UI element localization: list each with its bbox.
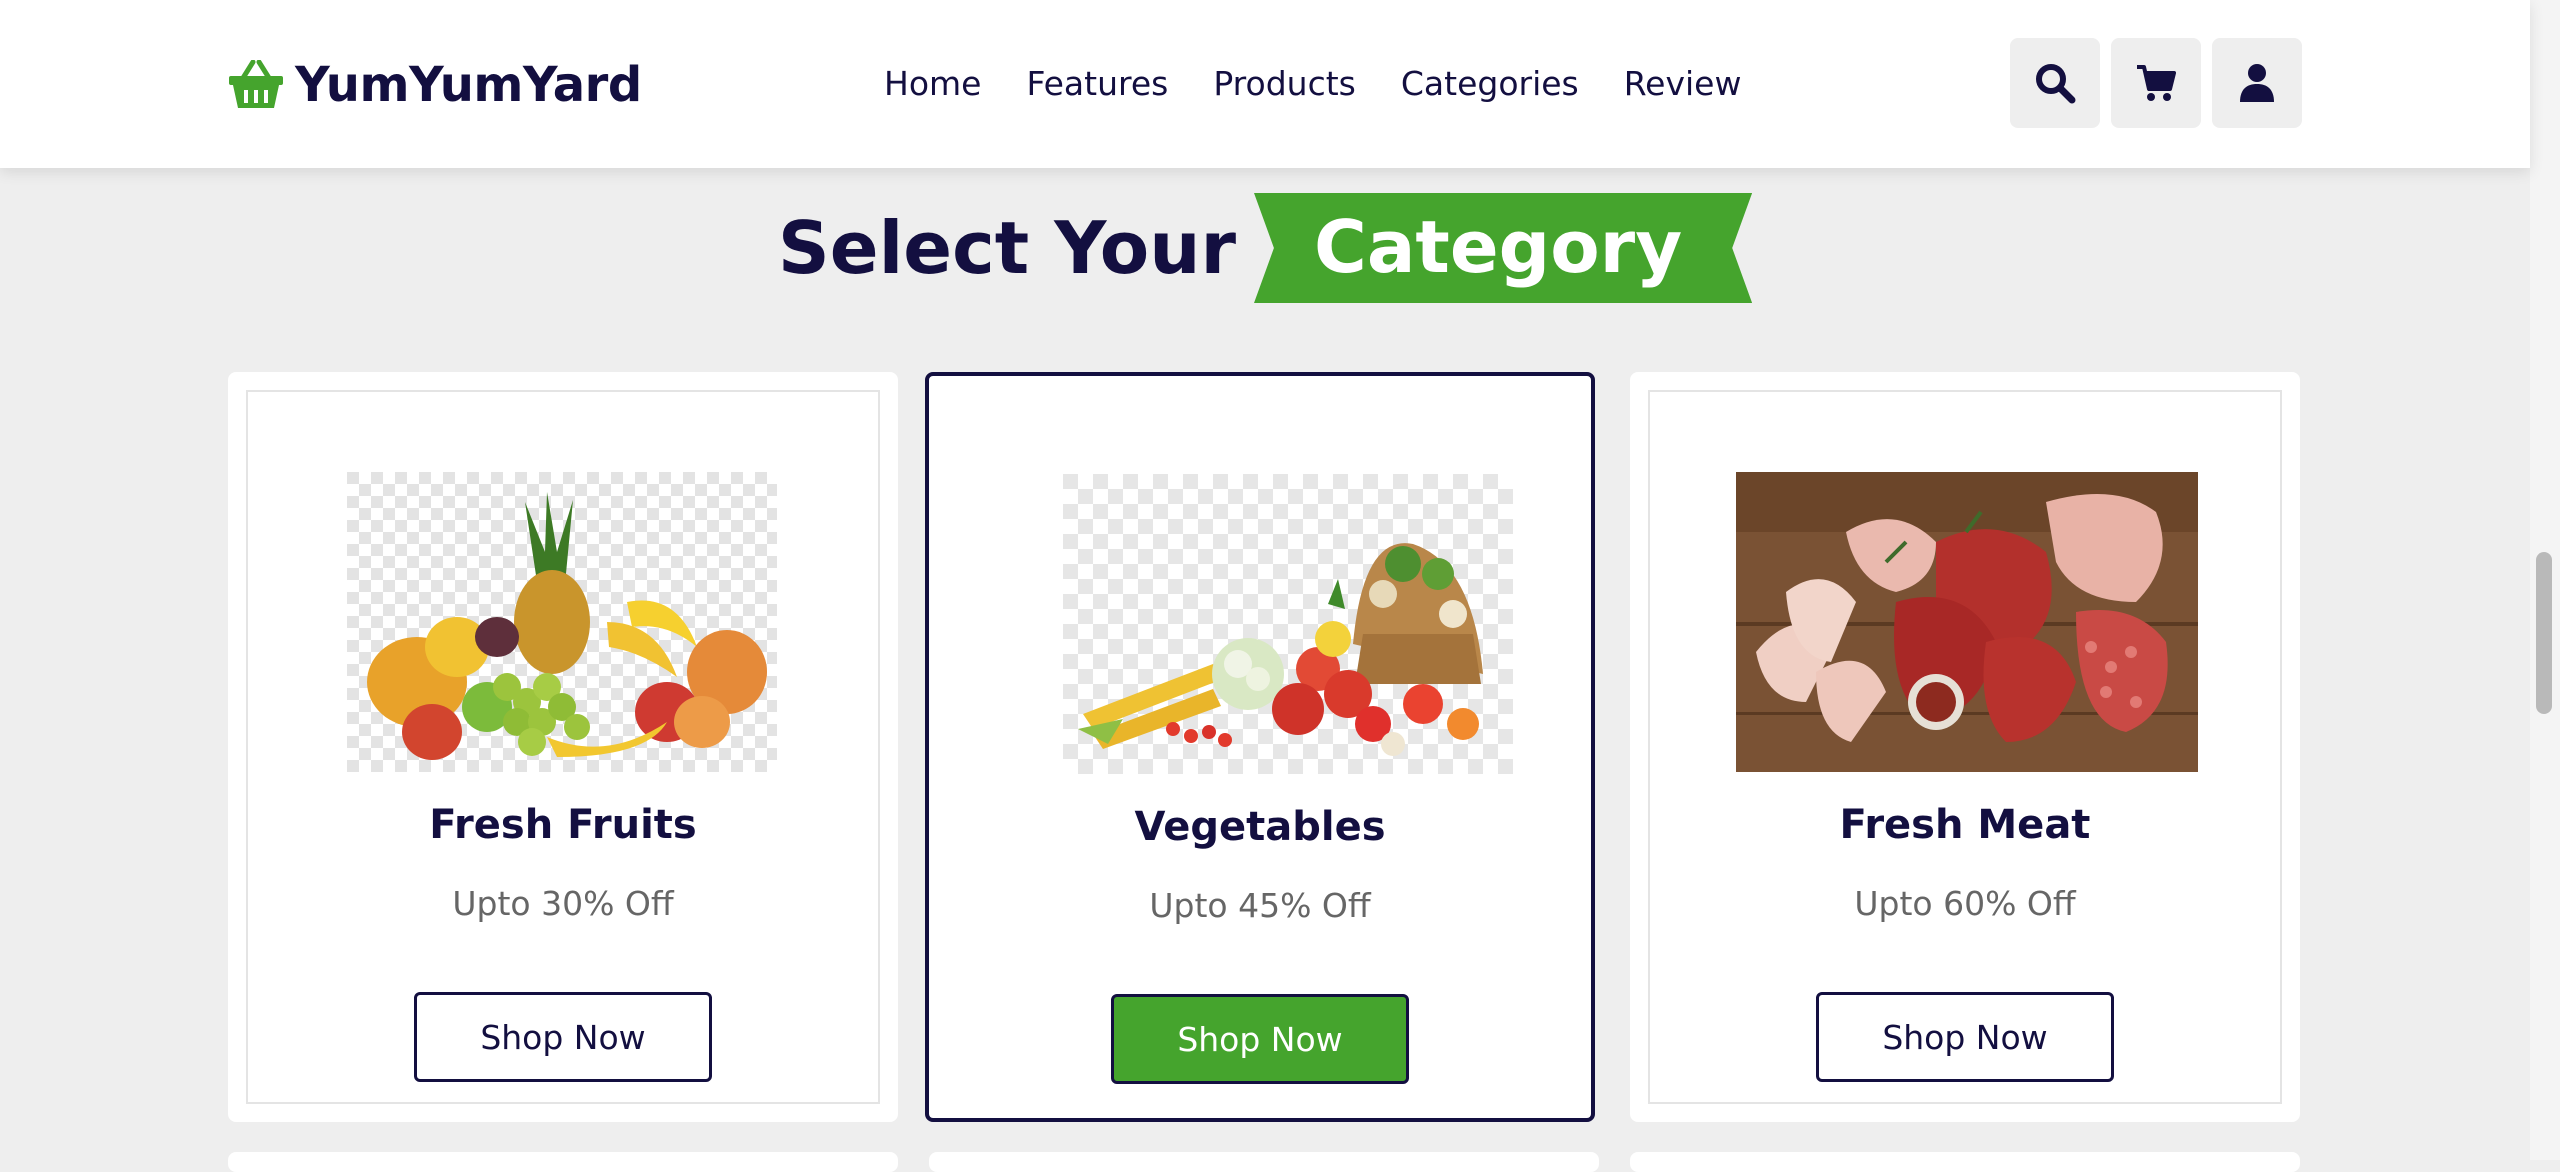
basket-icon (229, 60, 283, 108)
card-discount: Upto 45% Off (1149, 886, 1371, 925)
nav-home[interactable]: Home (884, 64, 981, 103)
search-button[interactable] (2010, 38, 2100, 128)
main-nav: Home Features Products Categories Review (884, 50, 1741, 116)
nav-review[interactable]: Review (1624, 64, 1742, 103)
brand-name: YumYumYard (295, 57, 642, 113)
nav-categories[interactable]: Categories (1401, 64, 1579, 103)
cart-icon (2137, 65, 2176, 101)
card-title: Vegetables (1134, 804, 1386, 850)
shop-now-button[interactable]: Shop Now (414, 992, 712, 1082)
account-button[interactable] (2212, 38, 2302, 128)
heading-text: Select Your (777, 206, 1236, 290)
next-card-peek (228, 1152, 898, 1172)
scrollbar-thumb[interactable] (2536, 552, 2552, 714)
category-card: Fresh Meat Upto 60% Off Shop Now (1630, 372, 2300, 1122)
nav-products[interactable]: Products (1213, 64, 1356, 103)
meat-image (1736, 472, 2198, 772)
category-card-active: Vegetables Upto 45% Off Shop Now (925, 372, 1595, 1122)
next-card-peek (1630, 1152, 2300, 1172)
fruits-image (347, 472, 777, 772)
shop-now-button[interactable]: Shop Now (1816, 992, 2114, 1082)
shop-now-button[interactable]: Shop Now (1111, 994, 1409, 1084)
card-title: Fresh Meat (1839, 802, 2091, 848)
card-discount: Upto 60% Off (1854, 884, 2076, 923)
card-frame: Vegetables Upto 45% Off Shop Now (947, 394, 1573, 1100)
card-discount: Upto 30% Off (452, 884, 674, 923)
cart-button[interactable] (2111, 38, 2201, 128)
section-heading: Select Your Category (0, 185, 2530, 311)
user-icon (2240, 64, 2274, 102)
card-frame: Fresh Meat Upto 60% Off Shop Now (1648, 390, 2282, 1104)
next-card-peek (929, 1152, 1599, 1172)
site-header: YumYumYard Home Features Products Catego… (0, 0, 2530, 168)
heading-highlight: Category (1254, 193, 1753, 303)
card-title: Fresh Fruits (429, 802, 697, 848)
search-icon (2036, 64, 2076, 104)
brand-logo[interactable]: YumYumYard (227, 50, 642, 120)
nav-features[interactable]: Features (1026, 64, 1168, 103)
category-card: Fresh Fruits Upto 30% Off Shop Now (228, 372, 898, 1122)
card-frame: Fresh Fruits Upto 30% Off Shop Now (246, 390, 880, 1104)
vegetables-image (1063, 474, 1513, 774)
